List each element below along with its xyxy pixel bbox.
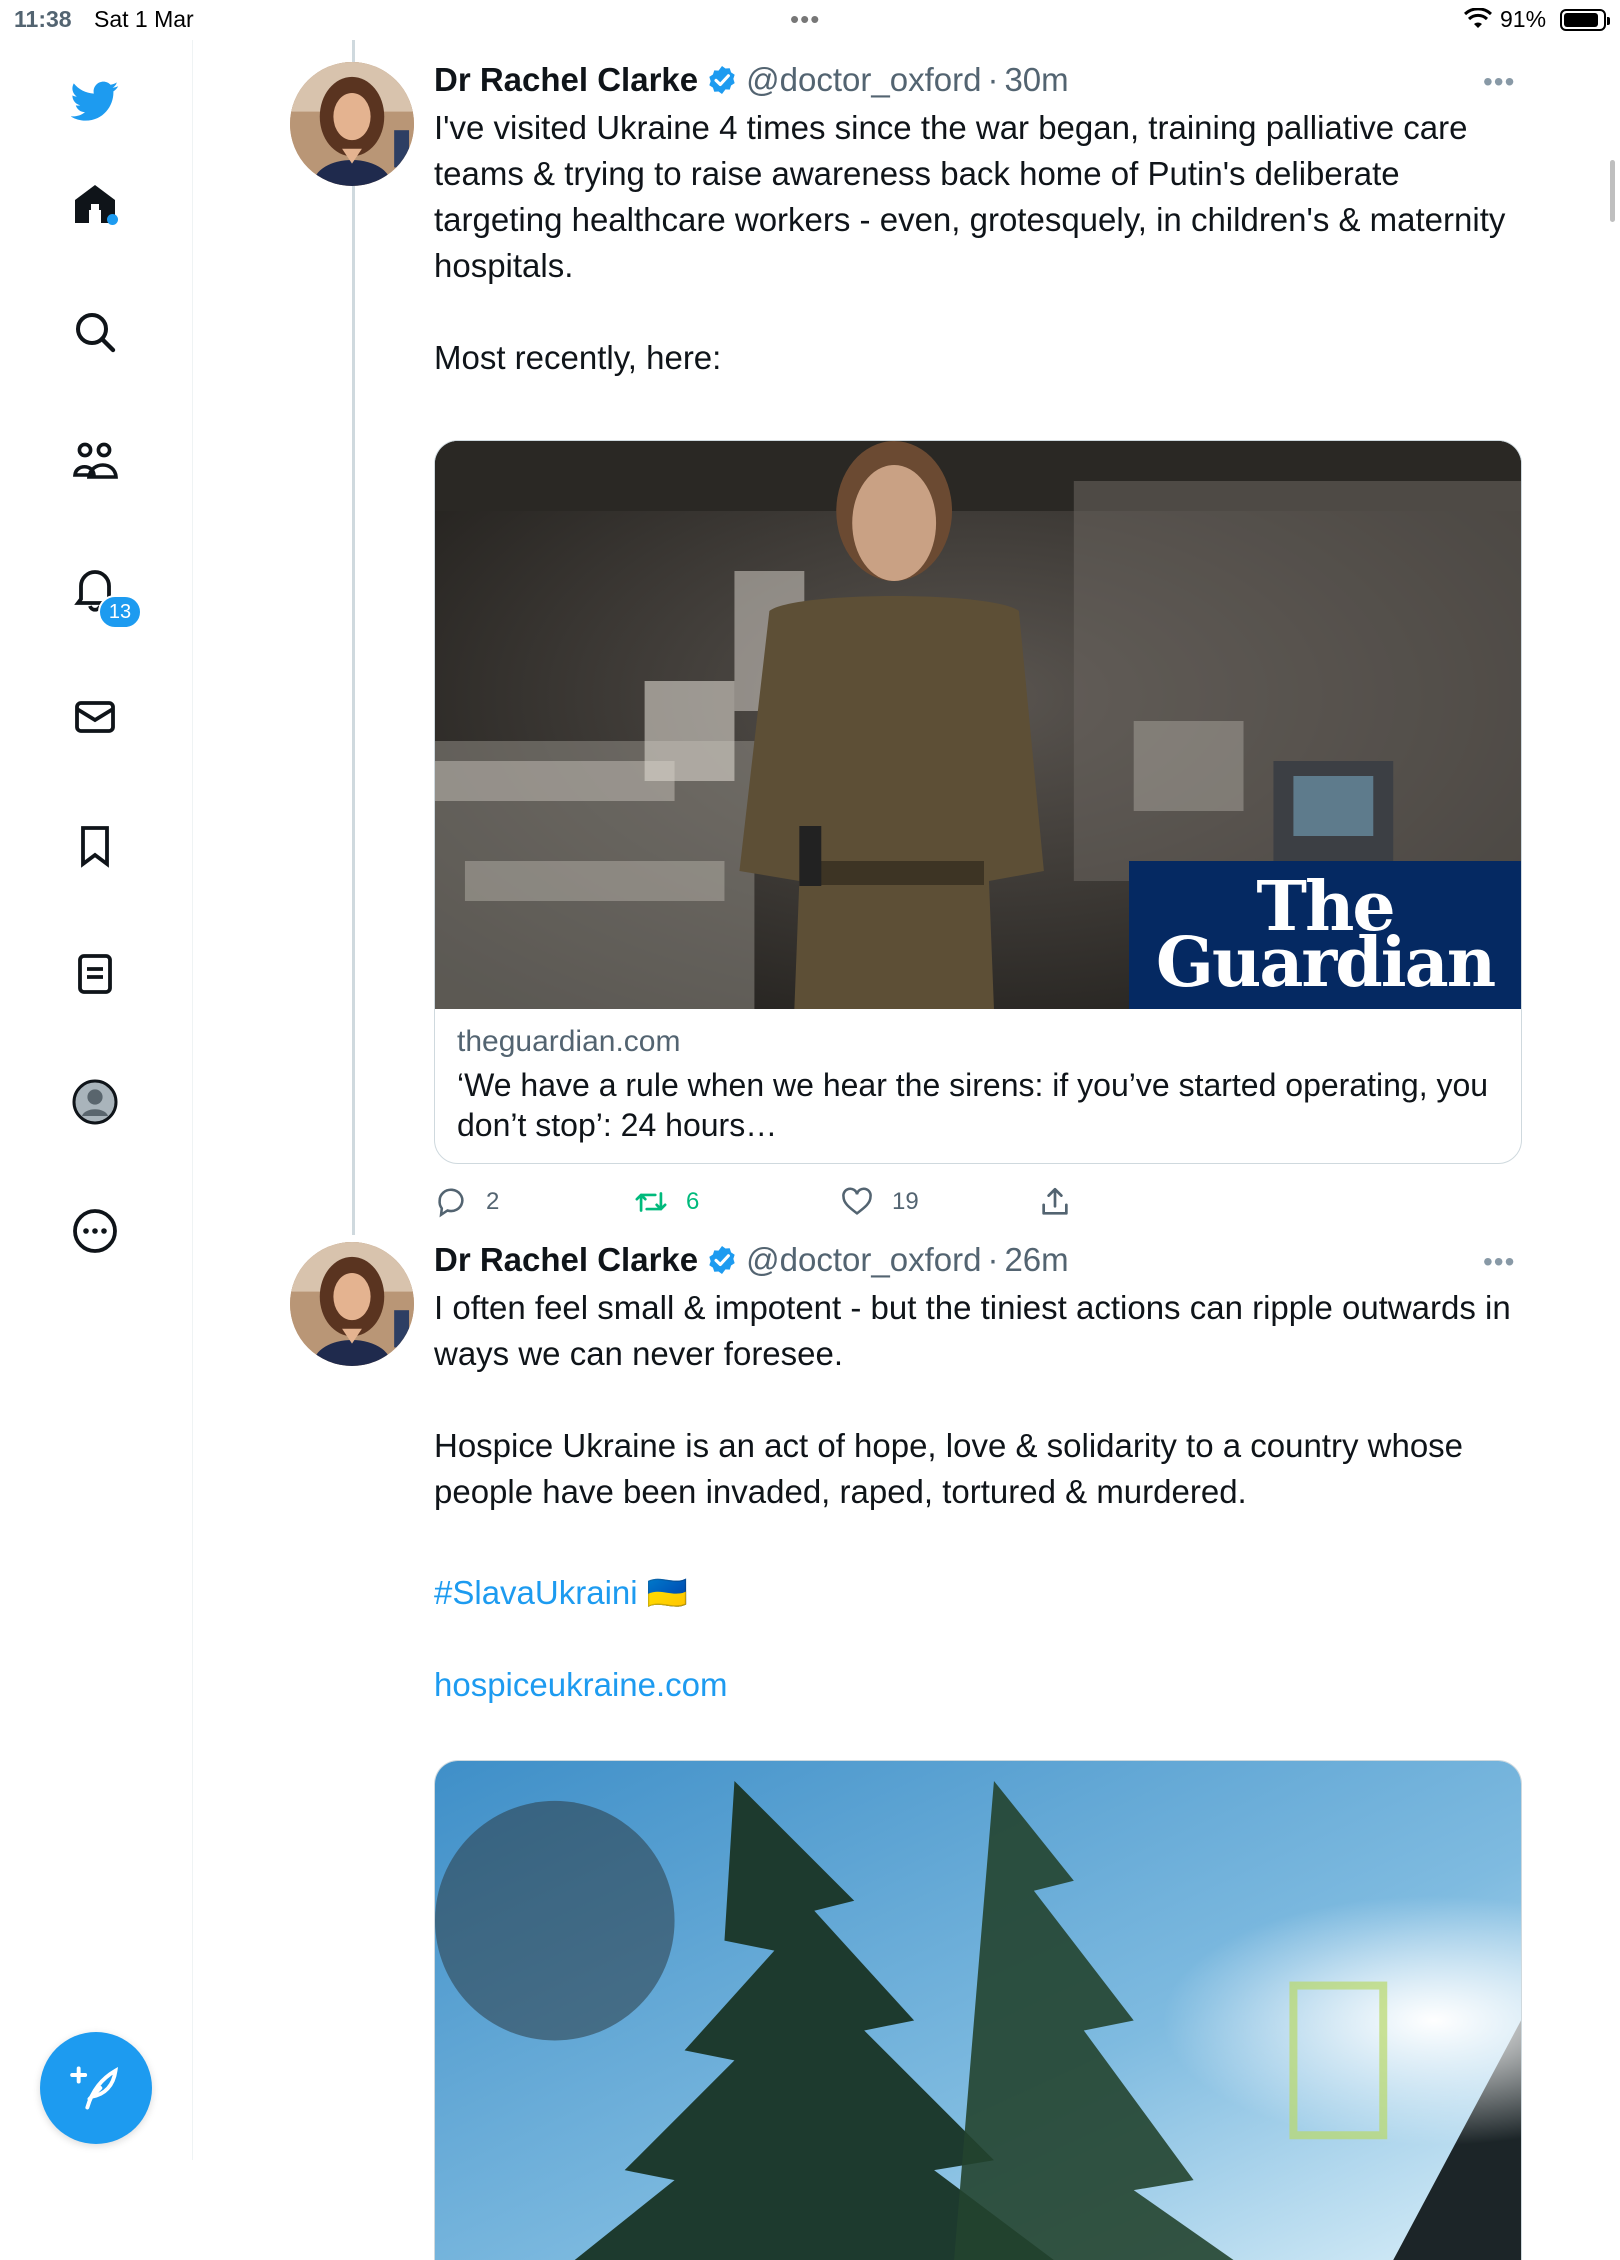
separator: · (987, 1241, 999, 1278)
share-button[interactable] (1038, 1185, 1090, 1219)
multitasking-dots-icon[interactable]: ••• (790, 4, 820, 35)
tweet-actions: 2 6 19 (434, 1185, 1134, 1229)
timeline: Dr Rachel Clarke @doctor_oxford · 30m ••… (193, 40, 1620, 2260)
tweet-photo[interactable] (434, 1760, 1522, 2260)
battery-icon (1560, 9, 1610, 31)
guardian-logo: The Guardian (1129, 861, 1521, 1009)
lists-icon[interactable] (60, 939, 130, 1009)
status-date: Sat 1 Mar (94, 6, 194, 32)
reply-button[interactable]: 2 (434, 1185, 499, 1219)
link-card[interactable]: The Guardian theguardian.com ‘We have a … (434, 440, 1522, 1164)
ukraine-flag: 🇺🇦 (646, 1574, 688, 1611)
retweet-count: 6 (686, 1188, 700, 1215)
verified-badge-icon (709, 1246, 735, 1274)
compose-icon (70, 2066, 118, 2110)
retweet-icon (635, 1192, 667, 1212)
profile-icon[interactable] (60, 1067, 130, 1137)
home-unread-dot (107, 214, 118, 225)
tweet-timestamp[interactable]: 30m (1004, 61, 1068, 99)
battery-percent: 91% (1500, 6, 1547, 32)
status-time: 11:38 (14, 6, 72, 32)
url-line: hospiceukraine.com (434, 1662, 1514, 1708)
hashtag-link[interactable]: #SlavaUkraini (434, 1574, 638, 1611)
tweet-more-icon[interactable]: ••• (1483, 1246, 1523, 1277)
like-button[interactable]: 19 (840, 1185, 919, 1219)
compose-tweet-button[interactable] (40, 2032, 152, 2144)
hashtag-line: #SlavaUkraini 🇺🇦 (434, 1570, 1514, 1616)
notification-count-badge: 13 (98, 595, 142, 629)
avatar[interactable] (290, 1242, 414, 1366)
tweet-text: I've visited Ukraine 4 times since the w… (434, 109, 1506, 376)
messages-icon[interactable] (60, 682, 130, 752)
home-icon[interactable] (60, 169, 130, 239)
tweet-more-icon[interactable]: ••• (1483, 66, 1523, 97)
status-bar: 11:38 Sat 1 Mar ••• 91% (0, 0, 1620, 40)
reply-icon (438, 1188, 464, 1218)
hospice-link[interactable]: hospiceukraine.com (434, 1666, 728, 1703)
scrollbar-thumb[interactable] (1610, 160, 1615, 222)
tweet-timestamp[interactable]: 26m (1004, 1241, 1068, 1279)
retweet-button[interactable]: 6 (634, 1185, 699, 1219)
share-icon (1042, 1187, 1068, 1215)
reply-count: 2 (486, 1188, 500, 1215)
card-domain: theguardian.com (457, 1025, 681, 1058)
heart-icon (842, 1187, 872, 1215)
separator: · (987, 61, 999, 98)
search-icon[interactable] (60, 297, 130, 367)
card-title: ‘We have a rule when we hear the sirens:… (457, 1067, 1489, 1143)
avatar[interactable] (290, 62, 414, 186)
card-image: The Guardian (435, 441, 1521, 1009)
verified-badge-icon (709, 66, 735, 94)
like-count: 19 (892, 1188, 919, 1215)
logo-line-2: Guardian (1155, 923, 1496, 1003)
author-name[interactable]: Dr Rachel Clarke (434, 1241, 698, 1279)
tweet-text: I often feel small & impotent - but the … (434, 1289, 1511, 1510)
thread-line (352, 40, 355, 1235)
more-icon[interactable] (60, 1196, 130, 1266)
wifi-icon (1464, 8, 1492, 28)
author-name[interactable]: Dr Rachel Clarke (434, 61, 698, 99)
twitter-logo-icon[interactable] (60, 66, 130, 136)
author-handle[interactable]: @doctor_oxford (746, 61, 981, 99)
author-handle[interactable]: @doctor_oxford (746, 1241, 981, 1279)
sidebar-nav: 13 (0, 40, 193, 2160)
bookmarks-icon[interactable] (60, 811, 130, 881)
communities-icon[interactable] (60, 426, 130, 496)
